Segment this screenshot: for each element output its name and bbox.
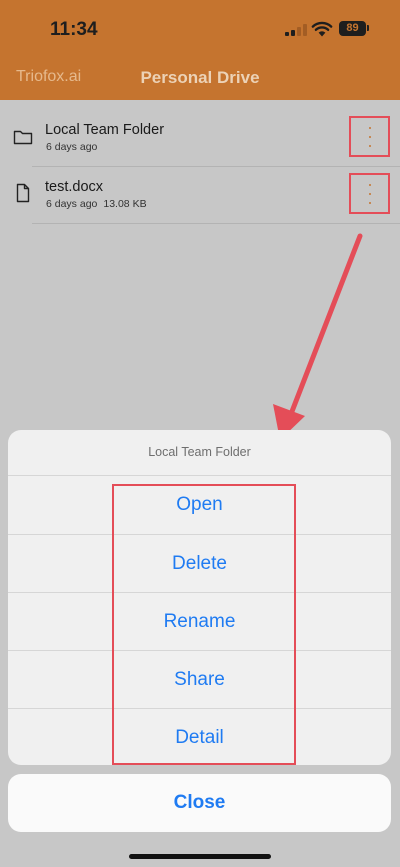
- battery-level: 89: [346, 22, 359, 34]
- wifi-icon: [311, 21, 333, 37]
- page-title: Personal Drive: [0, 68, 400, 88]
- file-meta: 6 days ago: [46, 141, 97, 153]
- home-indicator[interactable]: [129, 854, 271, 859]
- file-modified: 6 days ago: [46, 141, 98, 153]
- more-options-button[interactable]: [349, 116, 390, 157]
- action-sheet-title: Local Team Folder: [148, 445, 251, 459]
- close-button[interactable]: Close: [8, 774, 391, 832]
- document-icon: [16, 183, 30, 203]
- cellular-signal-icon: [285, 24, 307, 36]
- file-meta: 6 days ago 13.08 KB: [46, 198, 147, 210]
- annotation-highlight-box: [112, 484, 296, 765]
- nav-bar: Triofox.ai Personal Drive: [0, 58, 400, 100]
- file-row-local-team-folder[interactable]: Local Team Folder 6 days ago: [0, 108, 400, 166]
- page-title-label: Personal Drive: [140, 68, 260, 87]
- file-row-test-docx[interactable]: test.docx 6 days ago 13.08 KB: [0, 167, 400, 225]
- more-options-button[interactable]: [349, 173, 390, 214]
- folder-icon: [13, 130, 33, 145]
- file-name: Local Team Folder: [45, 122, 165, 138]
- battery-icon: 89: [339, 21, 366, 36]
- file-name: test.docx: [45, 179, 104, 195]
- file-size: 13.08 KB: [103, 198, 147, 210]
- battery-tip: [367, 25, 369, 31]
- row-divider: [32, 223, 400, 224]
- status-bar: 11:34 89: [0, 0, 400, 58]
- file-modified: 6 days ago: [46, 198, 98, 210]
- status-time: 11:34: [50, 19, 98, 40]
